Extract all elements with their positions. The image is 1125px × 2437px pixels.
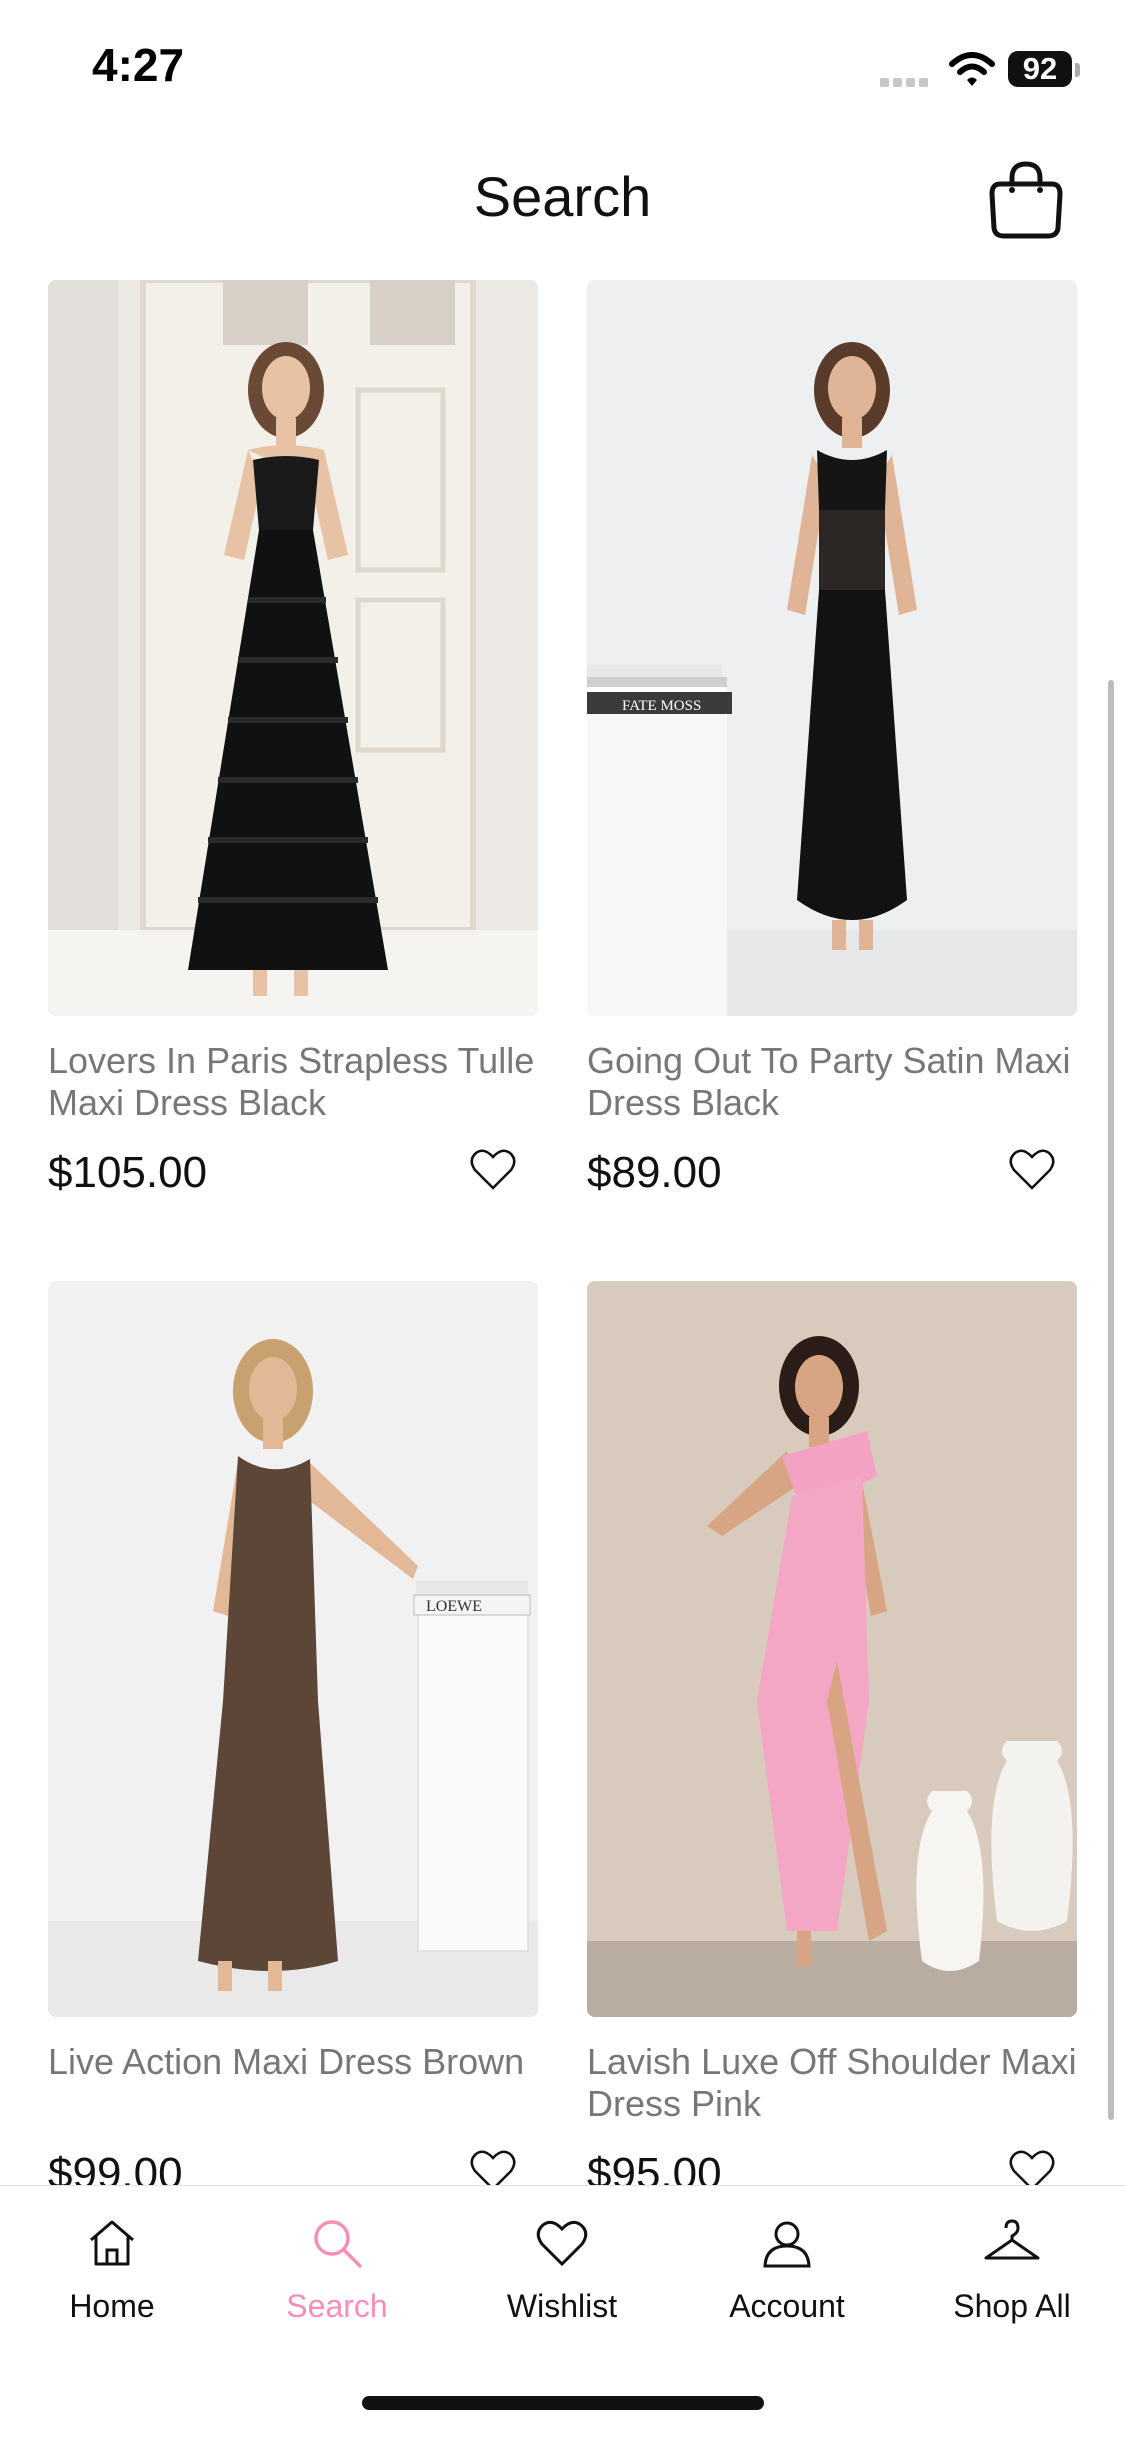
product-image[interactable]: [587, 1281, 1077, 2017]
battery-level: 92: [1008, 51, 1072, 87]
product-price: $99.00: [48, 2149, 183, 2185]
product-name[interactable]: Going Out To Party Satin Maxi Dress Blac…: [587, 1040, 1077, 1124]
tab-label: Account: [729, 2288, 845, 2324]
status-time: 4:27: [92, 39, 185, 91]
product-name[interactable]: Lavish Luxe Off Shoulder Maxi Dress Pink: [587, 2041, 1077, 2125]
product-name[interactable]: Live Action Maxi Dress Brown: [48, 2041, 538, 2125]
product-grid: Lovers In Paris Strapless Tulle Maxi Dre…: [0, 280, 1125, 2185]
scrollbar[interactable]: [1108, 680, 1114, 2120]
product-price: $89.00: [587, 1148, 722, 1197]
price-row: $105.00: [48, 1148, 538, 1208]
wishlist-heart-icon[interactable]: [1009, 1148, 1055, 1192]
home-icon: [90, 2220, 134, 2266]
heart-icon: [536, 2220, 588, 2267]
tab-label: Shop All: [953, 2288, 1071, 2324]
book-title-text: LOEWE: [426, 1598, 482, 1615]
price-row: $95.00: [587, 2149, 1077, 2185]
tab-home[interactable]: Home: [12, 2216, 212, 2325]
home-indicator[interactable]: [362, 2396, 764, 2410]
tab-label: Wishlist: [506, 2288, 618, 2324]
product-card[interactable]: LOEWE Live Action Maxi Dress Brown $99.0…: [48, 1281, 538, 2185]
shopping-bag-icon[interactable]: [986, 156, 1066, 242]
page-header: Search: [0, 140, 1125, 260]
wishlist-heart-icon[interactable]: [1009, 2149, 1055, 2185]
battery-cap: [1075, 63, 1080, 77]
product-card[interactable]: Lavish Luxe Off Shoulder Maxi Dress Pink…: [587, 1281, 1077, 2185]
page-title: Search: [473, 165, 652, 228]
wifi-icon: [949, 52, 995, 86]
tab-search[interactable]: Search: [237, 2216, 437, 2325]
wishlist-heart-icon[interactable]: [470, 1148, 516, 1192]
user-icon: [763, 2221, 811, 2268]
book-title-text: FATE MOSS: [622, 698, 701, 714]
tab-label: Search: [286, 2288, 388, 2324]
search-icon: [314, 2220, 362, 2268]
price-row: $99.00: [48, 2149, 538, 2185]
tab-shop-all[interactable]: Shop All: [912, 2216, 1112, 2325]
product-image[interactable]: FATE MOSS: [587, 280, 1077, 1016]
tab-wishlist[interactable]: Wishlist: [462, 2216, 662, 2325]
product-card[interactable]: Lovers In Paris Strapless Tulle Maxi Dre…: [48, 280, 538, 1208]
price-row: $89.00: [587, 1148, 1077, 1208]
product-card[interactable]: FATE MOSS Going Out To Party Satin Maxi …: [587, 280, 1077, 1208]
product-image[interactable]: [48, 280, 538, 1016]
product-price: $95.00: [587, 2149, 722, 2185]
product-price: $105.00: [48, 1148, 208, 1197]
wishlist-heart-icon[interactable]: [470, 2149, 516, 2185]
hanger-icon: [984, 2219, 1040, 2260]
product-name[interactable]: Lovers In Paris Strapless Tulle Maxi Dre…: [48, 1040, 538, 1124]
status-bar: 4:27 92: [0, 0, 1125, 130]
tab-account[interactable]: Account: [687, 2216, 887, 2325]
cellular-signal-icon: [880, 74, 932, 87]
product-image[interactable]: LOEWE: [48, 1281, 538, 2017]
tab-label: Home: [69, 2288, 155, 2324]
